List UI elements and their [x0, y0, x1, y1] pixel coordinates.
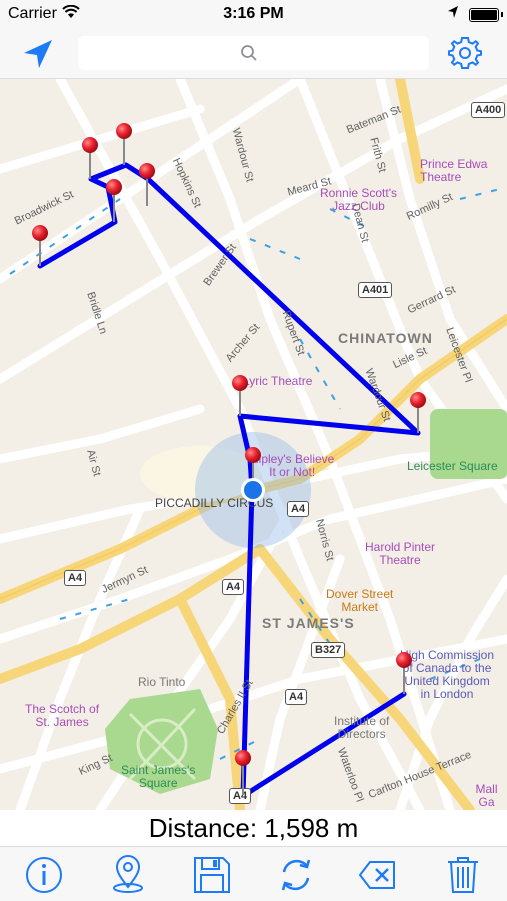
pins-layer [32, 123, 426, 794]
map-pin[interactable] [410, 392, 426, 433]
map-pin-icon[interactable] [108, 855, 148, 895]
location-services-icon [447, 5, 459, 24]
gear-icon[interactable] [446, 34, 484, 72]
bottom-toolbar [0, 846, 507, 901]
map-pin[interactable] [396, 652, 412, 694]
user-location-dot [241, 478, 265, 502]
map-pin[interactable] [106, 179, 122, 222]
map-view[interactable]: Broadwick St Hopkins St Wardour St Meard… [0, 79, 507, 810]
map-pin[interactable] [116, 123, 132, 165]
status-bar: Carrier 3:16 PM [0, 0, 507, 28]
map-pin[interactable] [32, 225, 48, 266]
info-icon[interactable] [24, 855, 64, 895]
top-toolbar [0, 28, 507, 79]
battery-icon [469, 8, 503, 22]
refresh-icon[interactable] [276, 855, 316, 895]
trash-icon[interactable] [443, 855, 483, 895]
delete-backspace-icon[interactable] [358, 855, 398, 895]
map-pin[interactable] [232, 375, 248, 416]
search-input[interactable] [78, 36, 429, 70]
search-icon [241, 45, 257, 61]
map-pin[interactable] [139, 163, 155, 206]
save-icon[interactable] [192, 855, 232, 895]
status-time: 3:16 PM [223, 5, 284, 22]
distance-label: Distance: 1,598 m [0, 810, 507, 846]
location-arrow-icon[interactable] [20, 36, 58, 72]
map-pin[interactable] [235, 750, 251, 794]
map-pin[interactable] [82, 137, 98, 179]
